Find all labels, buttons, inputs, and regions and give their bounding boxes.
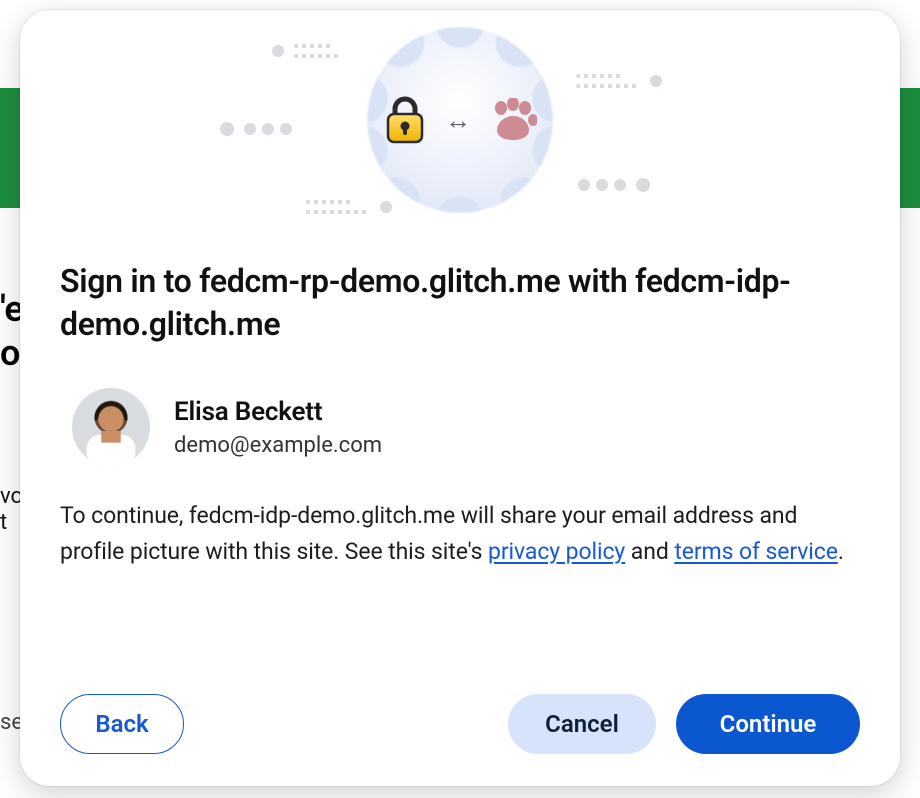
- consent-text-middle: and: [625, 538, 674, 565]
- decoration-dots: [272, 44, 340, 58]
- cancel-button[interactable]: Cancel: [508, 694, 656, 754]
- decoration-dots: [578, 178, 650, 192]
- hero-illustration: ↔: [20, 10, 900, 240]
- hero-badge: ↔: [365, 25, 555, 215]
- consent-text: To continue, fedcm-idp-demo.glitch.me wi…: [60, 498, 860, 569]
- back-button[interactable]: Back: [60, 694, 184, 754]
- dialog-button-bar: Back Cancel Continue: [60, 694, 860, 754]
- account-row: Elisa Beckett demo@example.com: [72, 388, 860, 466]
- consent-text-after: .: [838, 538, 844, 565]
- signin-dialog: ↔ Sign in to fedcm-rp-demo.glitch.me w: [20, 10, 900, 786]
- account-name: Elisa Beckett: [174, 397, 382, 427]
- background-side-text-2: t: [0, 510, 7, 535]
- decoration-dots: [220, 122, 292, 136]
- privacy-policy-link[interactable]: privacy policy: [488, 538, 625, 565]
- exchange-arrow-icon: ↔: [445, 105, 471, 136]
- continue-button[interactable]: Continue: [676, 694, 860, 754]
- avatar: [72, 388, 150, 466]
- paw-icon: [489, 98, 537, 142]
- lock-icon: [383, 95, 427, 145]
- terms-of-service-link[interactable]: terms of service: [674, 538, 838, 565]
- dialog-heading: Sign in to fedcm-rp-demo.glitch.me with …: [60, 260, 860, 346]
- account-email: demo@example.com: [174, 433, 382, 458]
- decoration-dots: [576, 74, 662, 88]
